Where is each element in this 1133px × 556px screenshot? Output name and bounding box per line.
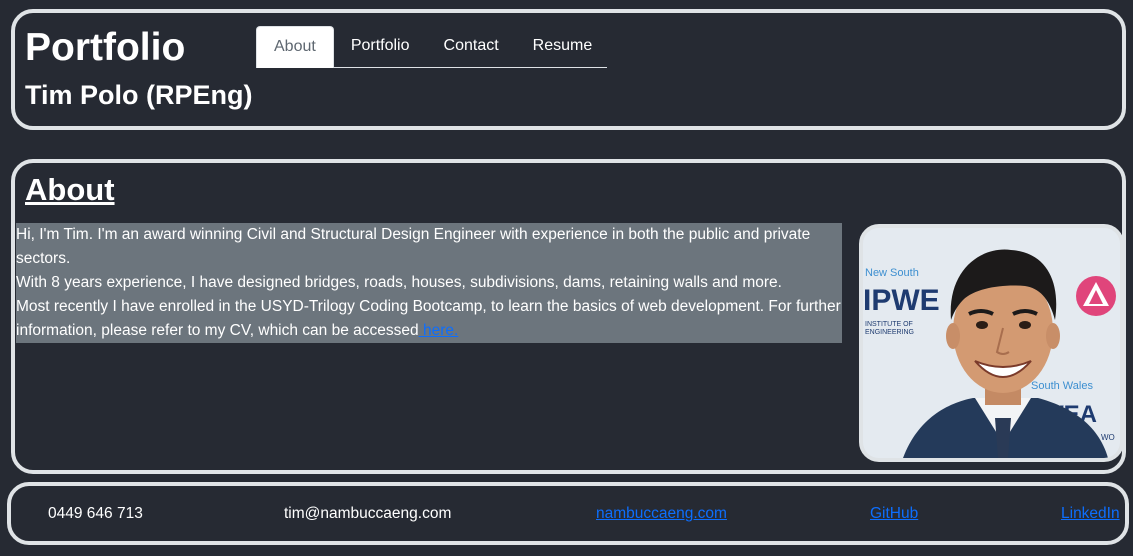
about-paragraph-bootcamp: Most recently I have enrolled in the USY… <box>16 295 842 343</box>
photo-text-4: ENGINEERING <box>865 329 914 336</box>
footer-phone: 0449 646 713 <box>48 505 143 522</box>
tab-resume[interactable]: Resume <box>516 26 610 67</box>
footer-linkedin-link[interactable]: LinkedIn <box>1061 503 1120 525</box>
cv-link[interactable]: here. <box>419 322 458 339</box>
photo-text-5: South Wales <box>1031 380 1093 392</box>
photo-text-7: WO <box>1101 433 1115 442</box>
profile-photo: New South IPWE INSTITUTE OF ENGINEERING … <box>859 224 1124 462</box>
footer-email: tim@nambuccaeng.com <box>284 505 452 522</box>
about-panel: About Hi, I'm Tim. I'm an award winning … <box>11 159 1126 474</box>
about-text: Hi, I'm Tim. I'm an award winning Civil … <box>16 223 842 343</box>
footer-website-link[interactable]: nambuccaeng.com <box>596 503 727 525</box>
photo-text-2: IPWE <box>863 284 940 317</box>
tab-about[interactable]: About <box>256 26 334 68</box>
tab-portfolio[interactable]: Portfolio <box>334 26 427 67</box>
about-paragraph-experience: With 8 years experience, I have designed… <box>16 274 782 291</box>
footer-panel: 0449 646 713 tim@nambuccaeng.com nambucc… <box>7 482 1129 545</box>
header-panel: Portfolio Tim Polo (RPEng) About Portfol… <box>11 9 1126 130</box>
profile-photo-image: New South IPWE INSTITUTE OF ENGINEERING … <box>863 228 1120 458</box>
about-paragraph-intro: Hi, I'm Tim. I'm an award winning Civil … <box>16 226 811 267</box>
photo-text-1: New South <box>865 267 919 279</box>
photo-text-3: INSTITUTE OF <box>865 321 913 328</box>
site-subtitle: Tim Polo (RPEng) <box>25 80 253 110</box>
site-title: Portfolio <box>25 26 186 69</box>
nav-tabs: About Portfolio Contact Resume <box>256 26 607 68</box>
about-heading: About <box>25 172 115 207</box>
footer-github-link[interactable]: GitHub <box>870 503 918 525</box>
tab-contact[interactable]: Contact <box>427 26 516 67</box>
